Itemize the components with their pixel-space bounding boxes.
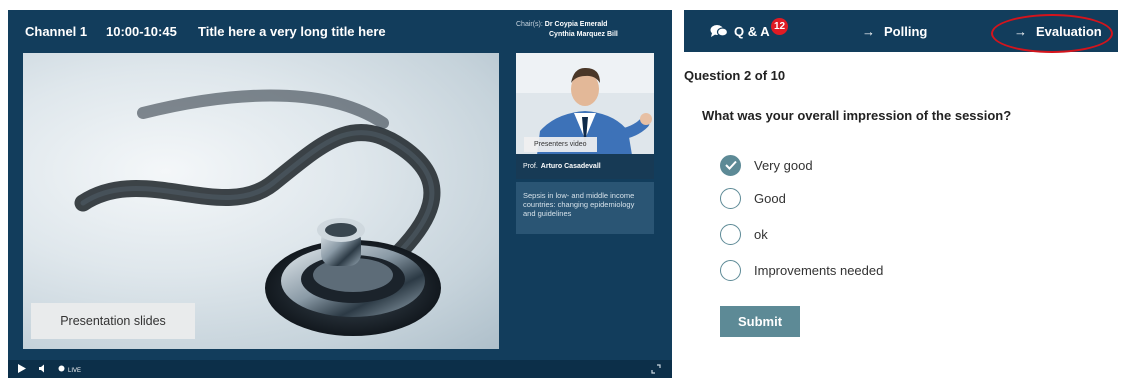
player-panel: Channel 1 10:00-10:45 Title here a very …	[8, 10, 672, 378]
answer-label: Good	[754, 190, 786, 206]
slides-label: Presentation slides	[31, 303, 195, 339]
fullscreen-icon[interactable]	[651, 364, 661, 377]
submit-button[interactable]: Submit	[720, 306, 800, 337]
question-counter: Question 2 of 10	[684, 68, 786, 83]
chairs-info: Chair(s): Dr Coypia Emerald Cynthia Marq…	[516, 20, 618, 40]
player-header: Channel 1 10:00-10:45 Title here a very …	[8, 10, 672, 52]
answer-label: Improvements needed	[754, 262, 884, 278]
presenter-prefix: Prof.	[523, 163, 538, 170]
question-text: What was your overall impression of the …	[702, 108, 1012, 123]
player-controls: LIVE	[8, 360, 672, 378]
volume-icon[interactable]	[39, 364, 48, 376]
qa-count-badge: 12	[771, 18, 788, 35]
session-time: 10:00-10:45	[106, 24, 177, 39]
answer-option[interactable]: Improvements needed	[720, 259, 883, 281]
checkmark-icon	[724, 160, 737, 170]
tab-polling[interactable]: → Polling	[862, 10, 927, 52]
radio-unchecked[interactable]	[720, 187, 741, 209]
play-icon[interactable]	[18, 364, 26, 376]
presenter-name-bar: Prof. Arturo Casadevall	[516, 154, 654, 179]
arrow-right-icon: →	[862, 23, 875, 39]
talk-title: Sepsis in low- and middle income countri…	[516, 182, 654, 234]
answer-label: ok	[754, 226, 768, 242]
presenter-name: Arturo Casadevall	[540, 163, 601, 170]
video-label: Presenters video	[524, 137, 597, 152]
chair-name: Cynthia Marquez Bill	[549, 31, 618, 38]
chair-name: Dr Coypia Emerald	[544, 21, 608, 28]
radio-checked[interactable]	[720, 154, 741, 176]
answer-label: Very good	[754, 157, 813, 173]
app-root: Channel 1 10:00-10:45 Title here a very …	[0, 0, 1132, 378]
answer-option[interactable]: ok	[720, 223, 768, 245]
evaluation-highlight-ring	[991, 14, 1113, 53]
tab-qa-label: Q & A	[734, 23, 770, 39]
live-dot-icon	[58, 364, 65, 376]
answer-option[interactable]: Very good	[720, 154, 813, 176]
radio-unchecked[interactable]	[720, 259, 741, 281]
session-title: Title here a very long title here	[198, 24, 386, 39]
chat-bubbles-icon	[710, 24, 728, 38]
radio-unchecked[interactable]	[720, 223, 741, 245]
presentation-slides[interactable]: Presentation slides	[23, 53, 499, 349]
tab-qa[interactable]: Q & A	[710, 10, 770, 52]
answer-option[interactable]: Good	[720, 187, 786, 209]
channel-label: Channel 1	[25, 24, 88, 39]
live-label: LIVE	[68, 368, 82, 374]
tab-polling-label: Polling	[884, 23, 928, 39]
chairs-label: Chair(s):	[516, 21, 543, 28]
